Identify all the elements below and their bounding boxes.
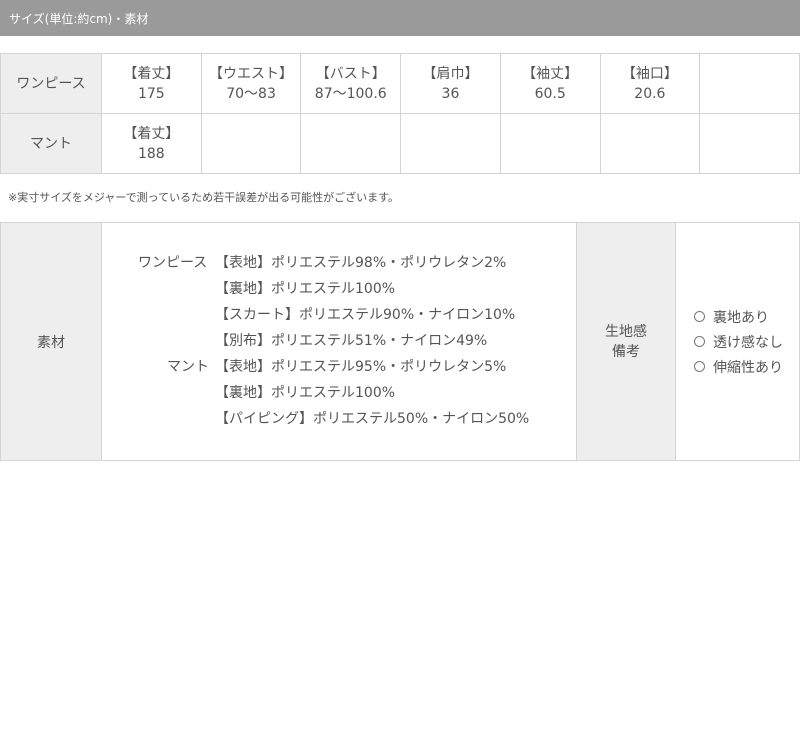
material-lines: ワンピース 【表地】ポリエステル98%・ポリウレタン2% 【裏地】ポリエステル1… bbox=[102, 252, 576, 432]
empty-cell bbox=[699, 53, 800, 114]
feel-option: 裏地あり bbox=[694, 304, 799, 329]
size-cell-value: 60.5 bbox=[534, 85, 566, 102]
size-cell-value: 20.6 bbox=[634, 85, 666, 102]
size-cell: 【バスト】 87〜100.6 bbox=[300, 53, 402, 114]
size-cell-label: 【バスト】 bbox=[315, 65, 386, 82]
empty-cell bbox=[499, 113, 601, 174]
feel-option-label: 伸縮性あり bbox=[713, 359, 783, 376]
size-cell: 【ウエスト】 70〜83 bbox=[200, 53, 302, 114]
size-cell-value: 87〜100.6 bbox=[314, 85, 387, 102]
material-line: 【スカート】ポリエステル90%・ナイロン10% bbox=[215, 306, 516, 323]
size-cell-value: 175 bbox=[137, 85, 165, 102]
measurement-note: ※実寸サイズをメジャーで測っているため若干誤差が出る可能性がございます。 bbox=[8, 191, 400, 204]
table-row: マント 【着丈】 188 bbox=[0, 113, 800, 174]
section-title: サイズ(単位:約cm)・素材 bbox=[9, 11, 149, 26]
radio-circle-icon bbox=[694, 336, 705, 347]
empty-cell bbox=[699, 113, 800, 174]
empty-cell bbox=[300, 113, 402, 174]
feel-option-label: 裏地あり bbox=[713, 309, 769, 326]
fabric-feel-label-line1: 生地感 bbox=[605, 323, 647, 340]
material-line: 【表地】ポリエステル98%・ポリウレタン2% bbox=[215, 254, 507, 271]
size-cell-value: 70〜83 bbox=[226, 85, 276, 102]
size-cell: 【肩巾】 36 bbox=[400, 53, 501, 114]
feel-option-label: 透け感なし bbox=[713, 334, 783, 351]
size-cell: 【着丈】 175 bbox=[101, 53, 202, 114]
size-cell-label: 【ウエスト】 bbox=[209, 65, 294, 82]
material-item-name: マント bbox=[167, 358, 209, 375]
size-cell-label: 【着丈】 bbox=[123, 125, 180, 142]
material-line: 【表地】ポリエステル95%・ポリウレタン5% bbox=[215, 358, 507, 375]
size-cell: 【袖口】 20.6 bbox=[599, 53, 701, 114]
material-line: 【裏地】ポリエステル100% bbox=[215, 384, 396, 401]
size-cell-label: 【肩巾】 bbox=[422, 65, 479, 82]
radio-circle-icon bbox=[694, 311, 705, 322]
size-table: ワンピース 【着丈】 175 【ウエスト】 70〜83 【バスト】 87〜100.6 … bbox=[0, 53, 800, 174]
table-row: ワンピース 【着丈】 175 【ウエスト】 70〜83 【バスト】 87〜100.6 … bbox=[0, 53, 800, 114]
size-cell-label: 【袖丈】 bbox=[522, 65, 579, 82]
material-table: 素材 ワンピース 【表地】ポリエステル98%・ポリウレタン2% 【裏地】ポリエス… bbox=[0, 222, 800, 461]
size-cell: 【袖丈】 60.5 bbox=[499, 53, 601, 114]
size-cell-value: 188 bbox=[137, 145, 165, 162]
material-item-name: ワンピース bbox=[138, 254, 208, 271]
size-cell-label: 【着丈】 bbox=[123, 65, 180, 82]
material-line: 【別布】ポリエステル51%・ナイロン49% bbox=[215, 332, 488, 349]
section-header: サイズ(単位:約cm)・素材 bbox=[0, 0, 800, 36]
empty-cell bbox=[599, 113, 701, 174]
row-header: マント bbox=[0, 113, 102, 174]
material-label: 素材 bbox=[0, 222, 102, 461]
fabric-feel-label-line2: 備考 bbox=[612, 343, 640, 360]
material-line: 【パイピング】ポリエステル50%・ナイロン50% bbox=[215, 410, 530, 427]
table-row: 素材 ワンピース 【表地】ポリエステル98%・ポリウレタン2% 【裏地】ポリエス… bbox=[0, 222, 800, 461]
size-cell: 【着丈】 188 bbox=[101, 113, 202, 174]
size-cell-value: 36 bbox=[441, 85, 460, 102]
empty-cell bbox=[400, 113, 501, 174]
fabric-feel-options: 裏地あり 透け感なし 伸縮性あり bbox=[675, 222, 800, 461]
material-line: 【裏地】ポリエステル100% bbox=[215, 280, 396, 297]
material-content: ワンピース 【表地】ポリエステル98%・ポリウレタン2% 【裏地】ポリエステル1… bbox=[101, 222, 577, 461]
size-cell-label: 【袖口】 bbox=[621, 65, 678, 82]
feel-option: 伸縮性あり bbox=[694, 354, 799, 379]
row-header: ワンピース bbox=[0, 53, 102, 114]
radio-circle-icon bbox=[694, 361, 705, 372]
empty-cell bbox=[200, 113, 302, 174]
feel-option: 透け感なし bbox=[694, 329, 799, 354]
fabric-feel-label: 生地感 備考 bbox=[576, 222, 676, 461]
